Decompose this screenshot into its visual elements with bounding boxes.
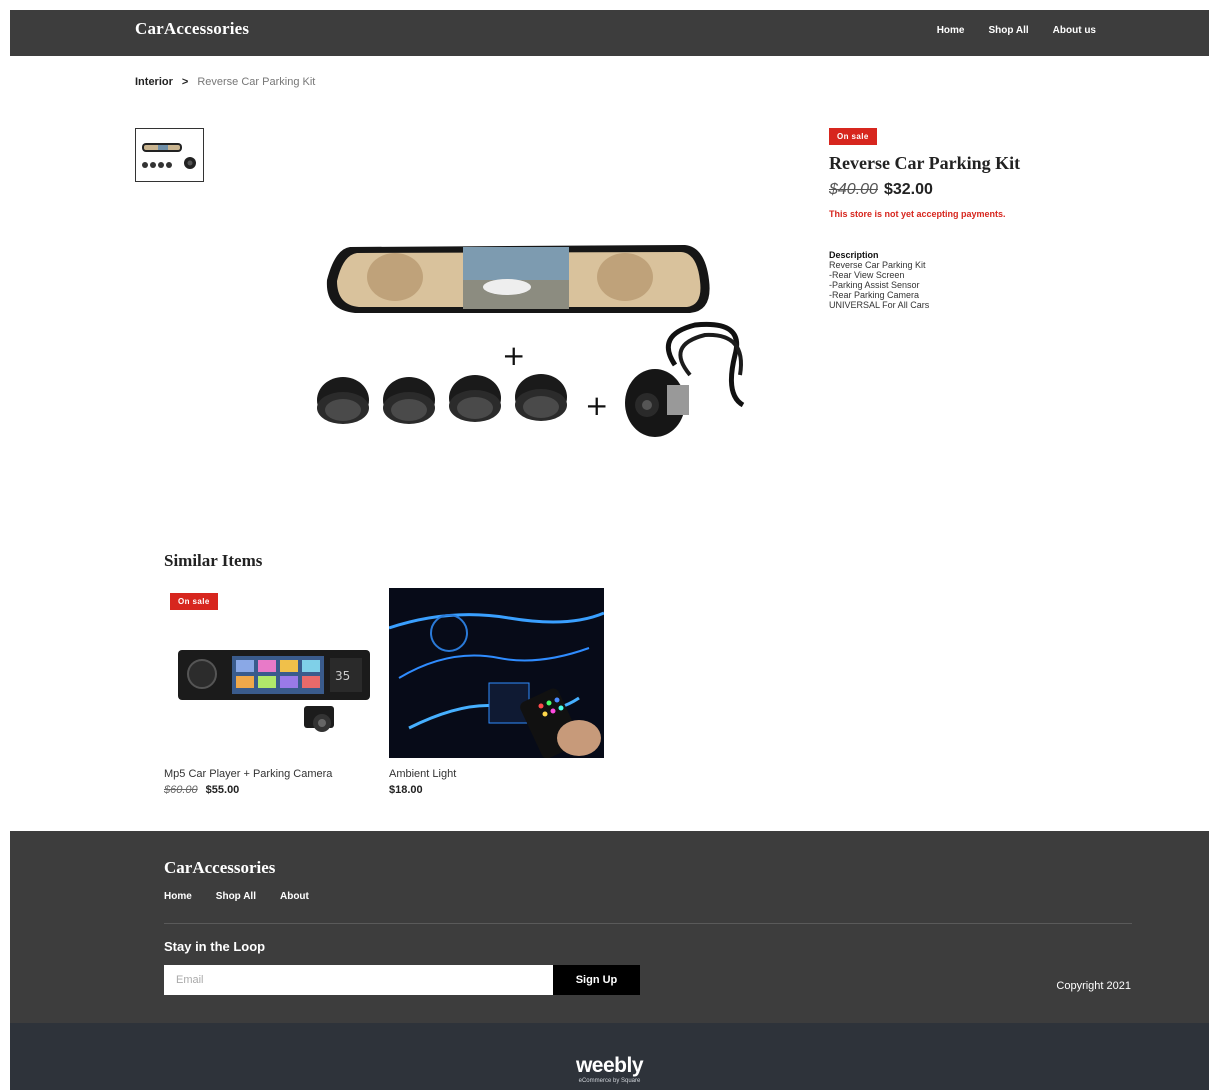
sign-up-button[interactable]: Sign Up — [553, 965, 640, 995]
description-line: UNIVERSAL For All Cars — [829, 300, 930, 310]
breadcrumb-category-link[interactable]: Interior — [135, 76, 173, 88]
site-brand[interactable]: CarAccessories — [135, 19, 249, 39]
nav-home-link[interactable]: Home — [937, 25, 965, 36]
weebly-logo[interactable]: weebly — [10, 1054, 1209, 1078]
svg-text:35: 35 — [335, 669, 350, 683]
footer-shop-all-link[interactable]: Shop All — [216, 891, 256, 902]
similar-item-price: $60.00 $55.00 — [164, 784, 377, 796]
original-price: $40.00 — [829, 181, 878, 198]
product-price: $40.00 $32.00 — [829, 181, 933, 199]
sale-price: $55.00 — [205, 784, 240, 796]
description-line: Reverse Car Parking Kit — [829, 260, 926, 270]
site-header: CarAccessories Home Shop All About us — [10, 10, 1209, 56]
breadcrumb-separator: > — [181, 76, 189, 88]
nav-about-link[interactable]: About us — [1053, 25, 1096, 36]
breadcrumb: Interior > Reverse Car Parking Kit — [135, 76, 315, 88]
sale-price: $32.00 — [883, 181, 933, 198]
description-line: -Rear View Screen — [829, 270, 905, 280]
breadcrumb-current: Reverse Car Parking Kit — [197, 76, 316, 88]
original-price: $60.00 — [164, 784, 198, 796]
parking-kit-image: + + — [317, 245, 745, 437]
description-heading: Description — [829, 250, 879, 260]
parking-kit-thumbnail-image — [142, 143, 196, 169]
footer-divider — [164, 923, 1132, 924]
svg-text:+: + — [585, 389, 608, 422]
newsletter-title: Stay in the Loop — [164, 939, 266, 954]
product-main-image[interactable]: + + — [295, 225, 755, 490]
weebly-branding-bar: weebly eCommerce by Square — [10, 1023, 1209, 1090]
similar-item-card[interactable]: On sale 35 Mp5 Car Player + Parking Came… — [164, 588, 377, 796]
footer-nav: Home Shop All About — [164, 891, 309, 902]
on-sale-badge: On sale — [170, 593, 218, 610]
svg-text:+: + — [502, 339, 525, 372]
similar-item-card[interactable]: Ambient Light $18.00 — [388, 588, 605, 796]
footer-about-link[interactable]: About — [280, 891, 309, 902]
newsletter-email-input[interactable] — [164, 965, 553, 995]
site-footer: CarAccessories Home Shop All About Stay … — [10, 831, 1209, 1023]
product-description: Description Reverse Car Parking Kit -Rea… — [829, 250, 929, 310]
weebly-subtitle: eCommerce by Square — [578, 1078, 641, 1084]
mp5-player-picture: 35 — [178, 650, 370, 732]
description-line: -Parking Assist Sensor — [829, 280, 920, 290]
store-notice: This store is not yet accepting payments… — [829, 209, 1006, 219]
on-sale-badge: On sale — [829, 128, 877, 145]
nav-shop-all-link[interactable]: Shop All — [988, 25, 1028, 36]
product-thumbnail[interactable] — [135, 128, 204, 182]
mp5-player-image[interactable]: 35 — [164, 588, 377, 758]
similar-item-name[interactable]: Mp5 Car Player + Parking Camera — [164, 768, 377, 780]
price: $18.00 — [389, 784, 423, 796]
similar-item-price: $18.00 — [389, 784, 604, 796]
similar-items-title: Similar Items — [164, 551, 263, 570]
product-title: Reverse Car Parking Kit — [829, 153, 1021, 173]
main-nav: Home Shop All About us — [937, 25, 1096, 36]
footer-brand[interactable]: CarAccessories — [164, 858, 275, 878]
ambient-light-picture — [388, 588, 605, 759]
description-line: -Rear Parking Camera — [829, 290, 920, 300]
ambient-light-image[interactable] — [388, 588, 605, 759]
similar-item-name[interactable]: Ambient Light — [389, 768, 604, 780]
footer-home-link[interactable]: Home — [164, 891, 192, 902]
copyright-text: Copyright 2021 — [1056, 980, 1131, 992]
